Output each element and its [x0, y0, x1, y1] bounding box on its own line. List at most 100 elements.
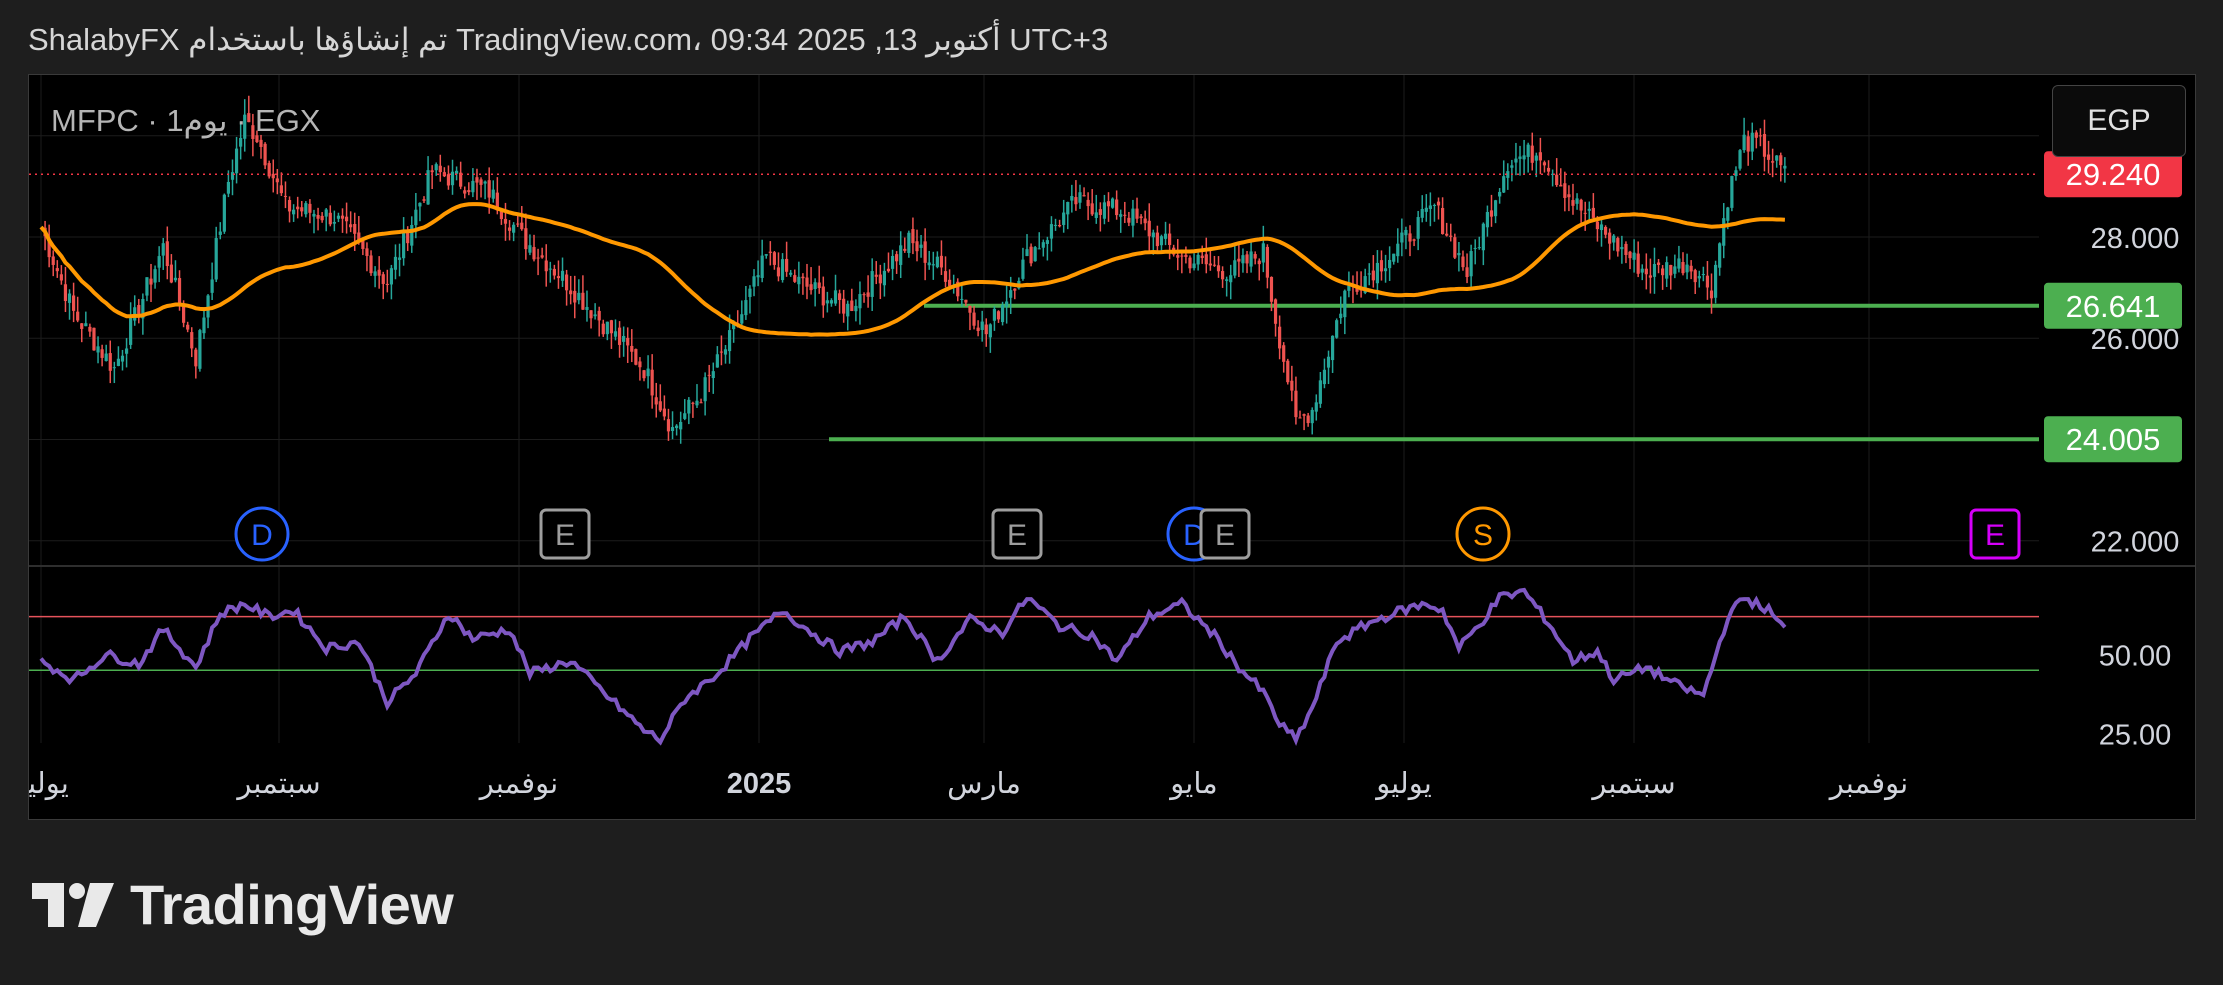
candle-body — [829, 300, 834, 304]
candle-body — [1013, 288, 1017, 291]
support-lines[interactable] — [829, 303, 2039, 442]
candle-body — [1510, 165, 1514, 168]
candle-body — [1286, 360, 1290, 383]
candle-body — [373, 271, 377, 276]
candle-body — [1009, 290, 1013, 298]
candle-body — [1453, 237, 1457, 258]
candle-body — [780, 259, 785, 281]
candle-body — [454, 170, 459, 174]
candle-body — [801, 276, 805, 279]
candle-body — [499, 211, 504, 220]
candle-body — [577, 292, 581, 301]
candle-body — [1151, 232, 1155, 238]
candle-body — [422, 199, 426, 201]
candle-body — [1538, 152, 1542, 161]
candle-body — [1493, 200, 1498, 217]
candle-body — [1078, 192, 1082, 203]
candle-body — [1624, 243, 1628, 255]
candle-body — [675, 425, 679, 429]
candle-body — [585, 307, 589, 310]
candle-body — [275, 178, 279, 183]
candle-body — [809, 284, 813, 291]
candle-body — [1673, 266, 1677, 274]
candle-body — [1005, 301, 1009, 307]
time-axis[interactable]: يوليو سبتمبر نوفمبر 2025 مارس مايو يوليو سبتمبر… — [29, 768, 1908, 801]
candle-body — [296, 206, 300, 210]
candle-body — [182, 306, 186, 323]
candle-body — [381, 274, 385, 284]
candle-body — [1192, 263, 1196, 269]
candle-body — [1644, 268, 1648, 275]
price-tick-label: 22.000 — [2091, 527, 2180, 559]
candle-body — [560, 270, 565, 281]
candle-body — [532, 247, 536, 260]
candle-body — [512, 224, 516, 233]
candle-body — [813, 282, 817, 290]
candle-body — [760, 255, 764, 278]
candle-body — [1779, 155, 1783, 166]
candle-body — [548, 268, 552, 270]
candle-body — [931, 264, 935, 266]
currency-button[interactable]: EGP — [2052, 85, 2186, 157]
candle-body — [1212, 264, 1217, 266]
candle-body — [1612, 235, 1616, 243]
price-axis[interactable]: 30.00028.00026.00022.00026.64124.00529.2… — [2044, 122, 2182, 752]
candle-body — [1705, 275, 1710, 288]
candle-body — [108, 353, 112, 371]
tradingview-logo[interactable]: TradingView — [32, 872, 454, 937]
candle-body — [414, 209, 418, 226]
candle-body — [450, 171, 455, 186]
candle-body — [214, 238, 218, 280]
candle-body — [503, 218, 508, 224]
candle-body — [1367, 273, 1371, 275]
candle-body — [426, 170, 430, 205]
candle-body — [581, 292, 585, 310]
candle-body — [544, 260, 548, 272]
earnings-marker-label: E — [1215, 519, 1235, 552]
candle-body — [324, 209, 328, 217]
candle-body — [935, 256, 939, 268]
candle-body — [1318, 380, 1322, 404]
candle-body — [793, 275, 797, 282]
candle-body — [92, 327, 96, 351]
candle-body — [1775, 155, 1779, 161]
candle-body — [402, 231, 406, 259]
candle-body — [1559, 184, 1563, 187]
candle-body — [1383, 268, 1388, 272]
candle-body — [874, 274, 878, 277]
candle-body — [1029, 246, 1033, 264]
candle-body — [259, 139, 263, 147]
candle-body — [1184, 254, 1188, 257]
candle-body — [589, 310, 593, 319]
candle-body — [1037, 248, 1041, 250]
chart-panel[interactable]: DEEDESE 30.00028.00026.00022.00026.64124… — [28, 74, 2196, 820]
candle-body — [76, 311, 80, 321]
candle-body — [703, 377, 707, 402]
rsi-line — [39, 587, 1787, 747]
candle-body — [304, 203, 308, 215]
candle-body — [756, 275, 760, 278]
candle-body — [1143, 218, 1147, 224]
candle-body — [1249, 251, 1253, 267]
candle-body — [907, 232, 911, 253]
candle-body — [846, 303, 850, 317]
upcoming_earnings-marker-label: E — [1985, 519, 2005, 552]
candle-body — [878, 274, 882, 284]
chart-canvas[interactable]: DEEDESE 30.00028.00026.00022.00026.64124… — [29, 75, 2195, 819]
candle-body — [1392, 253, 1396, 262]
candle-body — [116, 358, 121, 366]
last-price-tag: 29.240 — [2066, 157, 2161, 192]
candle-body — [899, 245, 903, 265]
candle-body — [1049, 224, 1054, 239]
candle-body — [919, 244, 923, 248]
candle-body — [59, 274, 63, 281]
event-markers[interactable]: DEEDESE — [234, 506, 2021, 562]
time-tick-label: سبتمبر — [1590, 768, 1675, 801]
candle-body — [1062, 212, 1066, 225]
candle-body — [1237, 258, 1241, 262]
candle-body — [565, 274, 569, 291]
candle-body — [866, 292, 870, 297]
candle-body — [369, 255, 373, 274]
candle-body — [626, 337, 630, 346]
candle-body — [1473, 247, 1477, 249]
